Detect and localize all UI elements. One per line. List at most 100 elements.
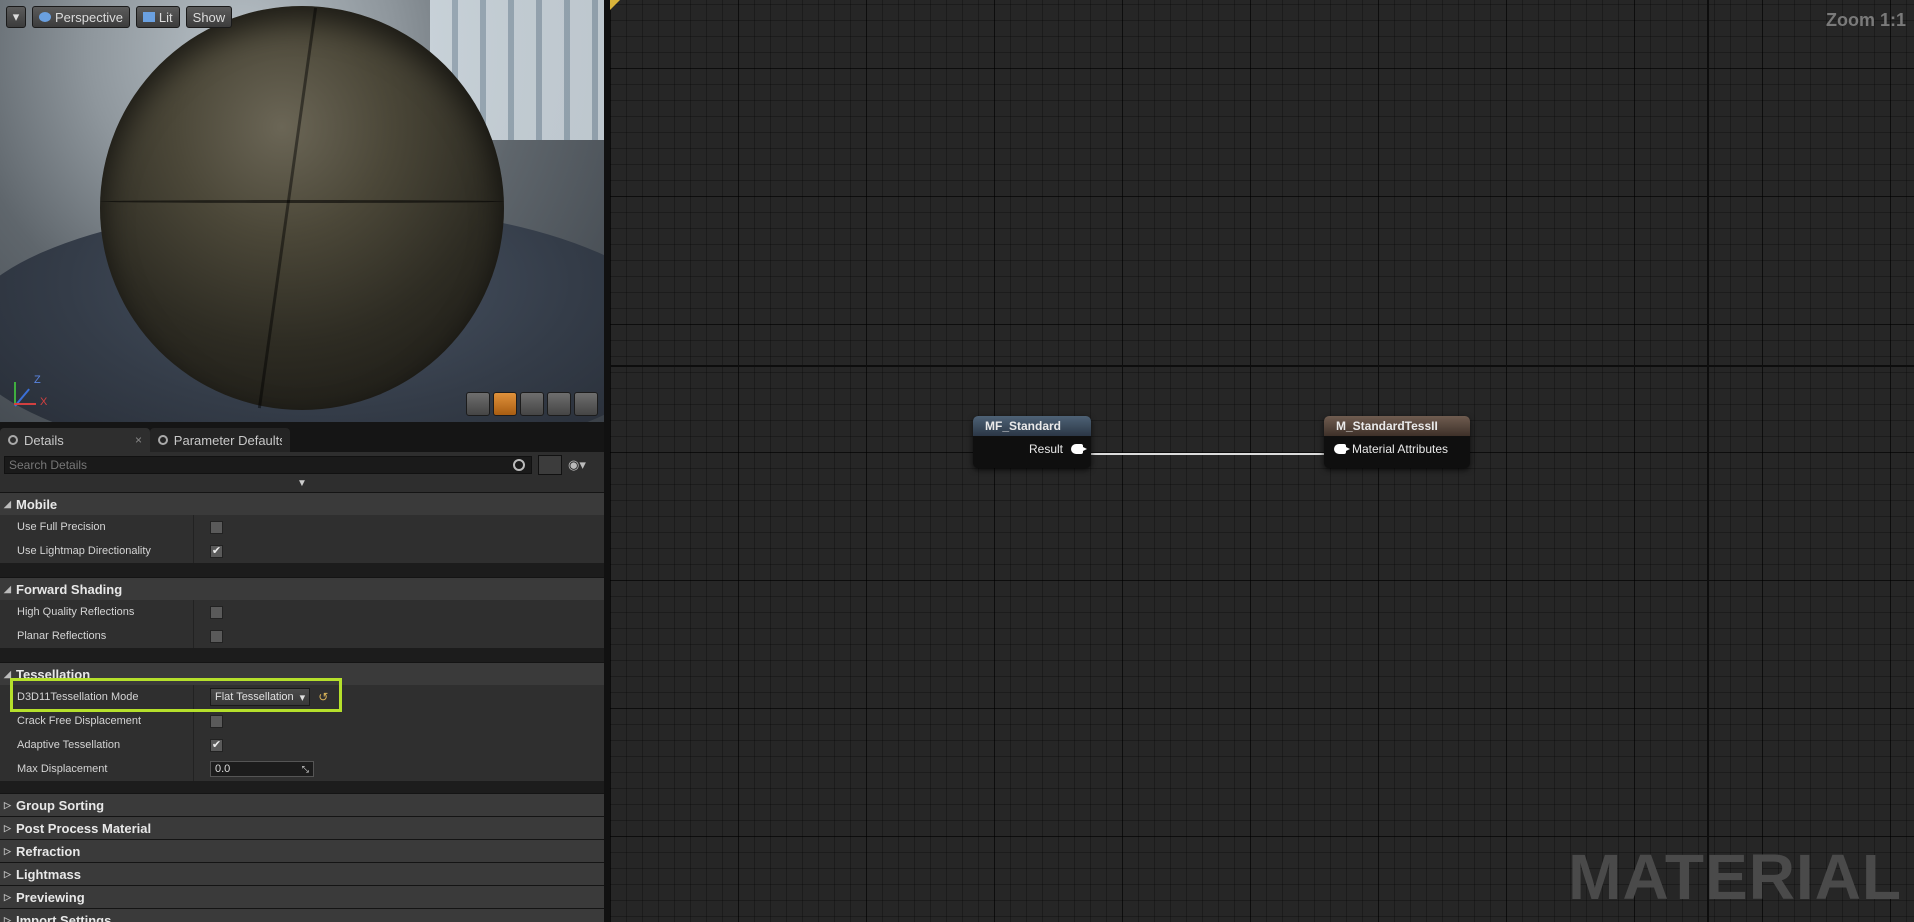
magnifier-icon — [158, 435, 168, 445]
tab-details[interactable]: Details × — [0, 428, 150, 452]
category-group-sorting[interactable]: ▷ Group Sorting — [0, 793, 604, 816]
search-input[interactable]: Search Details — [4, 456, 532, 474]
tessellation-mode-dropdown[interactable]: Flat Tessellation ▾ — [210, 688, 311, 706]
graph-watermark: MATERIAL — [1568, 841, 1902, 913]
preview-sphere — [100, 6, 504, 410]
collapsed-triangle-icon: ▷ — [4, 822, 11, 833]
input-pin-label: Material Attributes — [1352, 442, 1449, 456]
property-row: High Quality Reflections — [0, 600, 604, 624]
teapot-icon[interactable] — [574, 392, 598, 416]
search-icon — [513, 459, 525, 471]
cylinder-icon[interactable] — [466, 392, 490, 416]
graph-origin-vertical — [1707, 0, 1709, 922]
max-displacement-value: 0.0 — [215, 763, 231, 775]
category-refraction[interactable]: ▷ Refraction — [0, 839, 604, 862]
view-options-eye-icon[interactable]: ◉▾ — [568, 456, 598, 474]
property-row: Crack Free Displacement — [0, 709, 604, 733]
category-tessellation-title: Tessellation — [16, 666, 91, 682]
cube-icon — [142, 12, 155, 22]
reset-to-default-icon[interactable]: ↺ — [318, 690, 328, 704]
property-label: Adaptive Tessellation — [0, 733, 194, 757]
show-label: Show — [192, 9, 226, 25]
drag-arrows-icon: ⤡ — [301, 763, 309, 774]
viewport-options-dropdown[interactable]: ▾ — [6, 6, 26, 28]
category-import-settings[interactable]: ▷ Import Settings — [0, 908, 604, 922]
property-label: Use Lightmap Directionality — [0, 539, 194, 563]
preview-mesh-buttons — [466, 392, 598, 416]
category-forward-shading[interactable]: ◢ Forward Shading — [0, 577, 604, 600]
use-lightmap-directionality-checkbox[interactable]: ✔ — [210, 544, 223, 558]
material-graph-canvas[interactable]: Zoom 1:1 MATERIAL MF_Standard Result M_S… — [610, 0, 1914, 922]
property-matrix-button[interactable] — [538, 455, 562, 475]
use-full-precision-checkbox[interactable] — [210, 520, 223, 534]
node-m-standard-tess[interactable]: M_StandardTessII Material Attributes — [1324, 416, 1470, 468]
expanded-triangle-icon: ◢ — [4, 583, 11, 594]
collapsed-triangle-icon: ▷ — [4, 845, 11, 856]
adaptive-tessellation-checkbox[interactable]: ✔ — [210, 738, 223, 752]
property-row: Use Full Precision — [0, 515, 604, 539]
category-title: Post Process Material — [16, 820, 152, 836]
search-row: Search Details ◉▾ — [0, 452, 604, 478]
property-row: Planar Reflections — [0, 624, 604, 648]
graph-origin-horizontal — [610, 365, 1914, 367]
category-title: Refraction — [16, 843, 81, 859]
material-preview-viewport[interactable]: ▾ Perspective Lit Show Z X — [0, 0, 604, 422]
chevron-down-icon: ▾ — [299, 691, 306, 704]
crack-free-displacement-checkbox[interactable] — [210, 714, 223, 728]
high-quality-reflections-checkbox[interactable] — [210, 605, 223, 619]
property-label: High Quality Reflections — [0, 600, 194, 624]
zoom-indicator: Zoom 1:1 — [1825, 10, 1906, 30]
output-pin-label: Result — [1028, 442, 1063, 456]
z-axis-label: Z — [34, 374, 41, 386]
chevron-down-icon: ▾ — [12, 9, 20, 24]
show-button[interactable]: Show — [185, 6, 233, 28]
camera-icon — [39, 12, 51, 22]
category-mobile-title: Mobile — [16, 496, 58, 512]
category-title: Import Settings — [16, 912, 112, 922]
property-label: Crack Free Displacement — [0, 709, 194, 733]
scroll-up-arrow-icon[interactable]: ▼ — [0, 478, 604, 492]
property-label: Use Full Precision — [0, 515, 194, 539]
search-placeholder: Search Details — [9, 458, 88, 472]
viewport-toolbar: ▾ Perspective Lit Show — [6, 6, 233, 28]
node-output-row: Result — [973, 436, 1091, 462]
node-title: MF_Standard — [973, 416, 1091, 436]
collapsed-triangle-icon: ▷ — [4, 914, 11, 922]
canvas-corner-marker — [610, 0, 620, 10]
property-row: Max Displacement 0.0 ⤡ — [0, 757, 604, 781]
close-icon[interactable]: × — [135, 433, 142, 447]
property-row: Use Lightmap Directionality ✔ — [0, 539, 604, 563]
sphere-icon[interactable] — [493, 392, 517, 416]
perspective-label: Perspective — [55, 9, 123, 25]
output-pin-icon[interactable] — [1071, 444, 1087, 454]
property-label: Planar Reflections — [0, 624, 194, 648]
expanded-triangle-icon: ◢ — [4, 668, 11, 679]
category-tessellation[interactable]: ◢ Tessellation — [0, 662, 604, 685]
node-mf-standard[interactable]: MF_Standard Result — [973, 416, 1091, 468]
property-label: D3D11Tessellation Mode — [0, 685, 194, 709]
expanded-triangle-icon: ◢ — [4, 498, 11, 509]
tab-parameter-defaults[interactable]: Parameter Defaults — [150, 428, 290, 452]
magnifier-icon — [8, 435, 18, 445]
details-tab-bar: Details × Parameter Defaults — [0, 426, 604, 452]
category-title: Lightmass — [16, 866, 82, 882]
max-displacement-input[interactable]: 0.0 ⤡ — [210, 761, 314, 777]
x-axis-line — [14, 403, 36, 405]
perspective-button[interactable]: Perspective — [32, 6, 130, 28]
input-pin-icon[interactable] — [1334, 444, 1350, 454]
planar-reflections-checkbox[interactable] — [210, 629, 223, 643]
category-post-process-material[interactable]: ▷ Post Process Material — [0, 816, 604, 839]
category-previewing[interactable]: ▷ Previewing — [0, 885, 604, 908]
connection-wire[interactable] — [1088, 453, 1328, 455]
axis-gizmo: Z X — [8, 374, 48, 414]
category-mobile[interactable]: ◢ Mobile — [0, 492, 604, 515]
collapsed-triangle-icon: ▷ — [4, 799, 11, 810]
property-row: D3D11Tessellation Mode Flat Tessellation… — [0, 685, 604, 709]
property-row: Adaptive Tessellation ✔ — [0, 733, 604, 757]
plane-icon[interactable] — [520, 392, 544, 416]
x-axis-label: X — [40, 396, 48, 408]
category-forward-shading-title: Forward Shading — [16, 581, 123, 597]
cube-icon[interactable] — [547, 392, 571, 416]
category-lightmass[interactable]: ▷ Lightmass — [0, 862, 604, 885]
lit-button[interactable]: Lit — [135, 6, 180, 28]
